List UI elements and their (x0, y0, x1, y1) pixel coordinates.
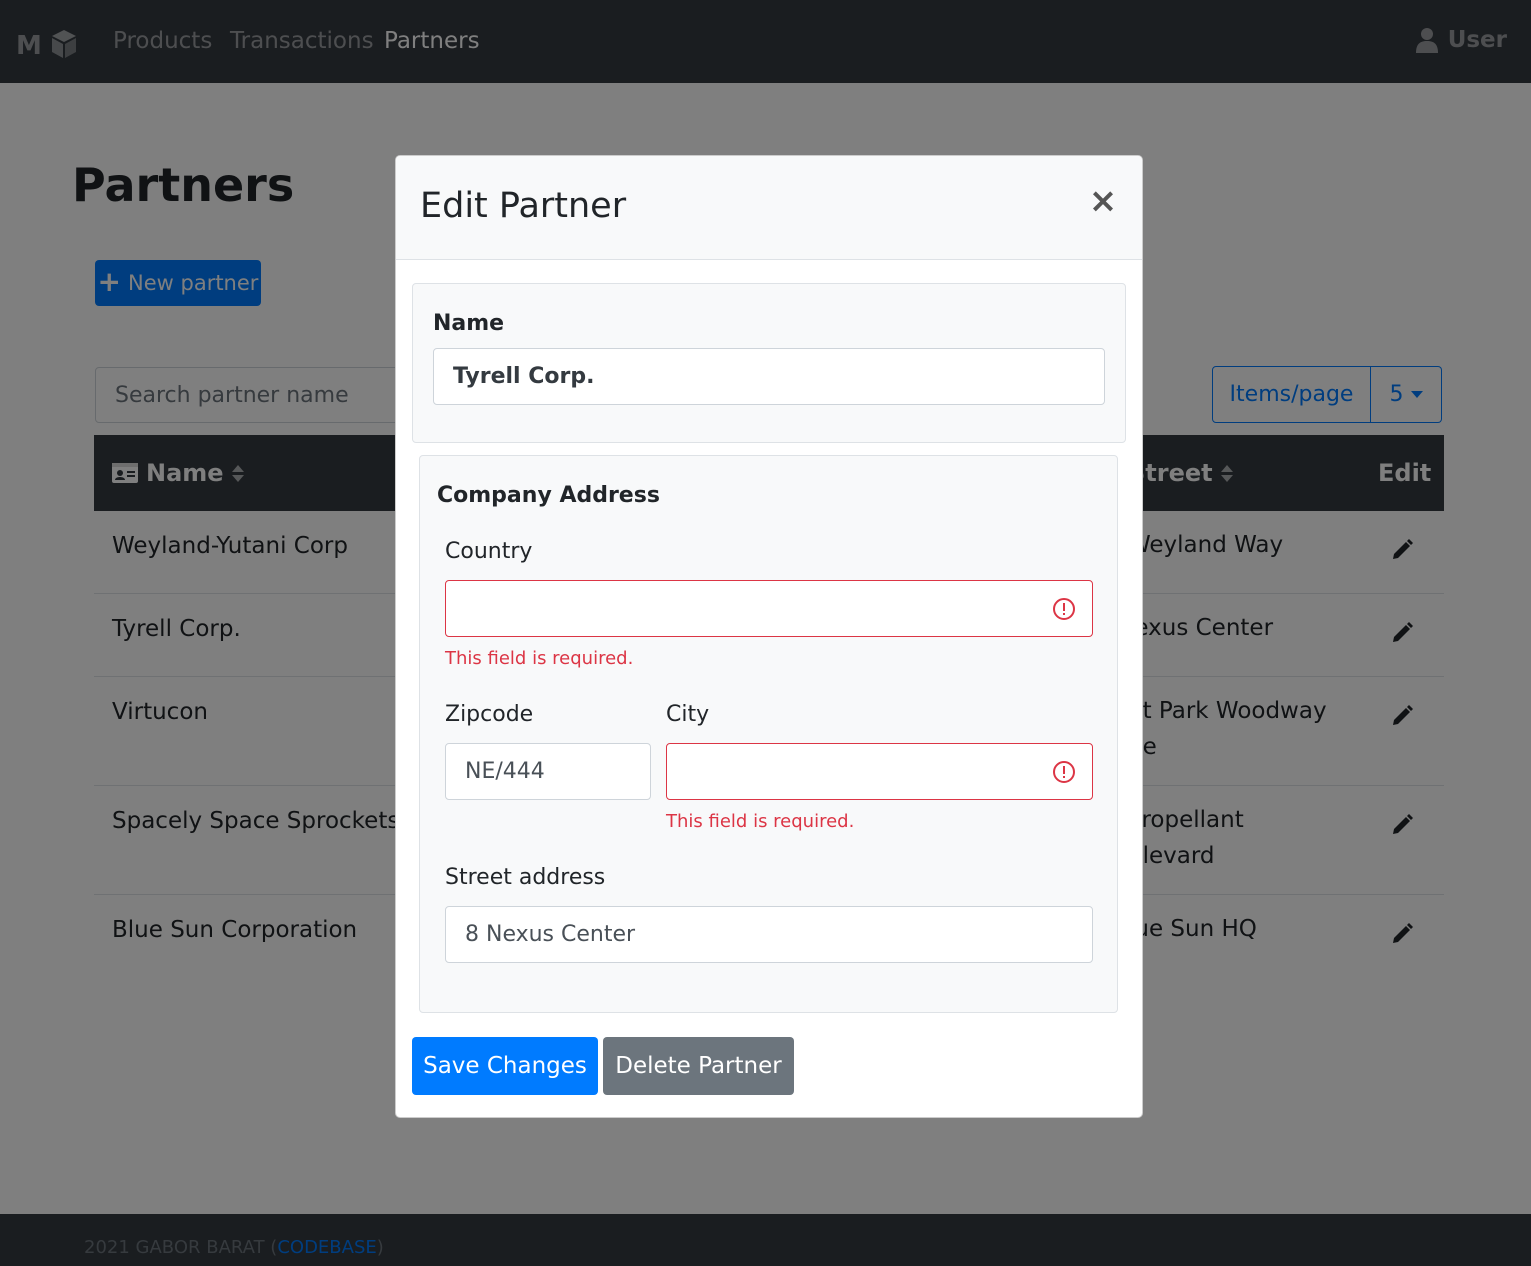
save-changes-button[interactable]: Save Changes (412, 1037, 598, 1095)
country-label: Country (445, 539, 533, 564)
modal-header: Edit Partner × (396, 156, 1142, 260)
country-error: This field is required. (445, 648, 634, 669)
country-field[interactable] (445, 580, 1093, 637)
name-label: Name (433, 311, 505, 336)
zipcode-field[interactable] (445, 743, 651, 800)
street-address-field[interactable] (445, 906, 1093, 963)
close-icon[interactable]: × (1088, 184, 1118, 218)
modal-title: Edit Partner (420, 186, 627, 226)
company-address-title: Company Address (437, 483, 660, 508)
city-error: This field is required. (666, 811, 855, 832)
company-address-card: Company Address Country This field is re… (419, 455, 1118, 1013)
delete-partner-button[interactable]: Delete Partner (603, 1037, 794, 1095)
street-address-label: Street address (445, 865, 606, 890)
name-card: Name (412, 283, 1126, 443)
zipcode-label: Zipcode (445, 702, 534, 727)
edit-partner-modal: Edit Partner × Name Company Address Coun… (395, 155, 1143, 1118)
name-field[interactable] (433, 348, 1105, 405)
city-field[interactable] (666, 743, 1093, 800)
city-label: City (666, 702, 710, 727)
